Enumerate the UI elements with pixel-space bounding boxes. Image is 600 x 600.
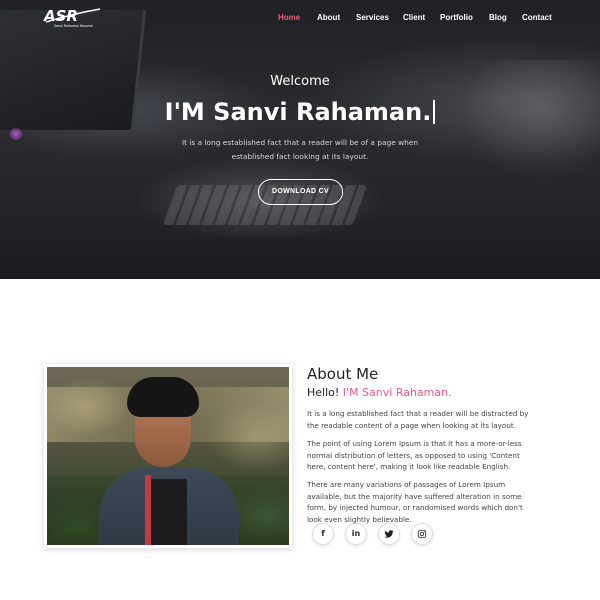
twitter-icon[interactable] bbox=[378, 523, 400, 545]
hero-title-text: I'M Sanvi Rahaman. bbox=[164, 98, 432, 126]
nav-services[interactable]: Services bbox=[356, 13, 389, 22]
about-photo-frame bbox=[44, 364, 292, 548]
nav-about[interactable]: About bbox=[317, 13, 340, 22]
about-hello: Hello! I'M Sanvi Rahaman. bbox=[307, 386, 452, 399]
nav-blog[interactable]: Blog bbox=[489, 13, 507, 22]
hero-text: It is a long established fact that a rea… bbox=[181, 138, 419, 161]
nav-portfolio[interactable]: Portfolio bbox=[440, 13, 473, 22]
facebook-icon[interactable]: f bbox=[312, 523, 334, 545]
nav-client[interactable]: Client bbox=[403, 13, 425, 22]
hello-text: Hello! bbox=[307, 386, 340, 399]
about-paragraph-2: The point of using Lorem Ipsum is that i… bbox=[307, 439, 522, 471]
profile-photo bbox=[47, 367, 289, 545]
nav-home[interactable]: Home bbox=[278, 13, 300, 22]
about-paragraph-1: It is a long established fact that a rea… bbox=[307, 409, 529, 430]
instagram-icon[interactable] bbox=[411, 523, 433, 545]
download-cv-button[interactable]: DOWNLOAD CV bbox=[258, 179, 343, 205]
about-name: I'M Sanvi Rahaman. bbox=[342, 386, 452, 399]
about-title: About Me bbox=[307, 365, 379, 383]
hero-title: I'M Sanvi Rahaman. bbox=[0, 98, 600, 126]
hero-section: ASR Sanvi Rahaman Resume Home About Serv… bbox=[0, 0, 600, 279]
main-nav: Home About Services Client Portfolio Blo… bbox=[0, 13, 600, 25]
hero-bg-light bbox=[10, 128, 22, 140]
hero-welcome: Welcome bbox=[270, 74, 330, 89]
typing-cursor bbox=[433, 100, 436, 124]
nav-contact[interactable]: Contact bbox=[522, 13, 552, 22]
linkedin-icon[interactable]: in bbox=[345, 523, 367, 545]
about-paragraph-3: There are many variations of passages of… bbox=[307, 480, 523, 524]
